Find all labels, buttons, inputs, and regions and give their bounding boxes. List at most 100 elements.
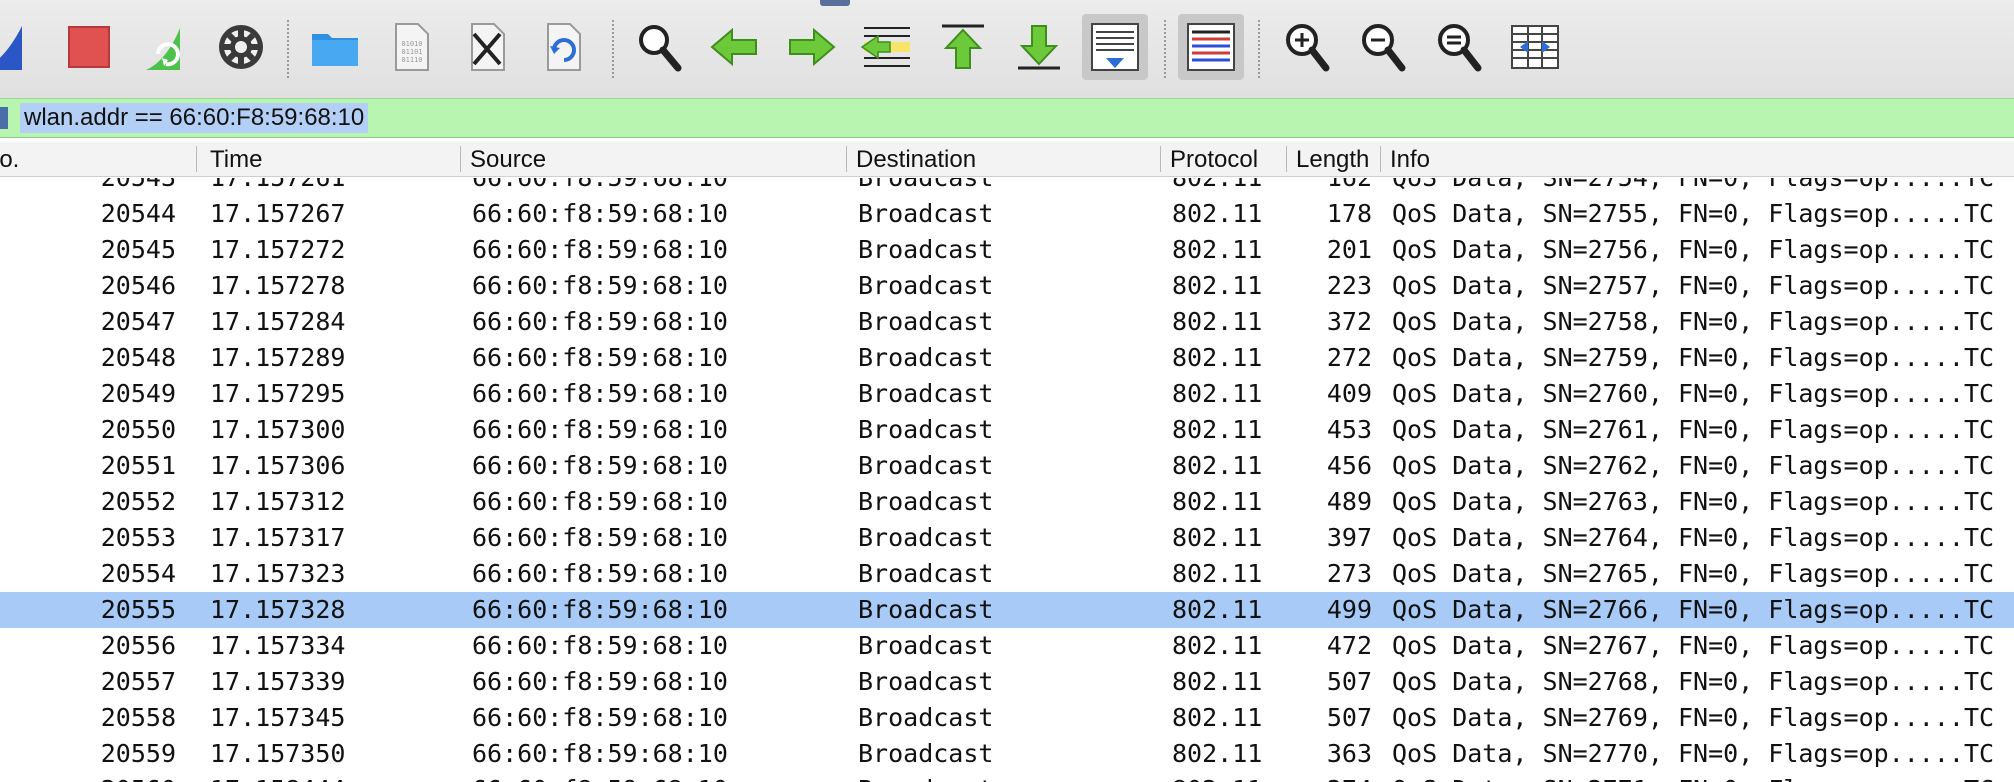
packet-destination: Broadcast xyxy=(858,667,994,696)
open-file-button[interactable] xyxy=(302,14,368,80)
packet-info: QoS Data, SN=2759, FN=0, Flags=op.....TC xyxy=(1392,343,1995,372)
packet-destination: Broadcast xyxy=(858,523,994,552)
filter-bookmark-button[interactable] xyxy=(0,107,8,129)
packet-destination: Broadcast xyxy=(858,271,994,300)
packet-no: 20548 xyxy=(100,343,176,372)
packet-destination: Broadcast xyxy=(858,772,1158,782)
packet-info: QoS Data, SN=2762, FN=0, Flags=op.....TC xyxy=(1392,451,1995,480)
table-row[interactable]: 20557 17.157339 66:60:f8:59:68:10 Broadcast… xyxy=(0,664,2014,700)
normal-size-button[interactable] xyxy=(1426,14,1492,80)
table-row[interactable]: 20550 17.157300 66:60:f8:59:68:10 Broadcast… xyxy=(0,412,2014,448)
svg-text:01101: 01101 xyxy=(401,48,422,56)
open-folder-icon xyxy=(312,34,358,66)
packet-destination: Broadcast xyxy=(858,178,1158,196)
go-last-packet-button[interactable] xyxy=(1006,14,1072,80)
column-divider[interactable] xyxy=(1380,146,1381,172)
stop-capture-button[interactable] xyxy=(56,14,122,80)
packet-info: QoS Data, SN=2764, FN=0, Flags=op.....TC xyxy=(1392,523,1995,552)
close-file-button[interactable] xyxy=(454,14,520,80)
column-divider[interactable] xyxy=(196,146,197,172)
packet-time: 17.157317 xyxy=(210,523,346,552)
packet-destination: Broadcast xyxy=(858,343,994,372)
packet-info: QoS Data, SN=2770, FN=0, Flags=op.....TC xyxy=(1392,739,1995,768)
table-row[interactable]: 20548 17.157289 66:60:f8:59:68:10 Broadcast… xyxy=(0,340,2014,376)
table-row[interactable]: 20551 17.157306 66:60:f8:59:68:10 Broadcast… xyxy=(0,448,2014,484)
zoom-in-button[interactable] xyxy=(1274,14,1340,80)
go-forward-button[interactable] xyxy=(778,14,844,80)
table-row-selected[interactable]: 20555 17.157328 66:60:f8:59:68:10 Broadcast… xyxy=(0,592,2014,628)
packet-time: 17.157334 xyxy=(210,631,346,660)
packet-destination: Broadcast xyxy=(858,307,994,336)
packet-time: 17.158444 xyxy=(210,772,450,782)
find-packet-icon xyxy=(639,25,682,72)
restart-capture-button[interactable] xyxy=(132,14,198,80)
column-divider[interactable] xyxy=(846,146,847,172)
table-row[interactable]: 20546 17.157278 66:60:f8:59:68:10 Broadcast… xyxy=(0,268,2014,304)
save-file-button[interactable]: 01010 01101 01110 xyxy=(378,14,444,80)
start-capture-button[interactable] xyxy=(0,14,38,80)
packet-length: 372 xyxy=(1326,307,1372,336)
packet-no: 20543 xyxy=(0,178,176,196)
packet-info: QoS Data, SN=2767, FN=0, Flags=op.....TC xyxy=(1392,631,1995,660)
packet-no: 20544 xyxy=(100,199,176,228)
column-header-info[interactable]: Info xyxy=(1390,142,1990,176)
packet-info: QoS Data, SN=2766, FN=0, Flags=op.....TC xyxy=(1392,595,1995,624)
table-row[interactable]: 20549 17.157295 66:60:f8:59:68:10 Broadcast… xyxy=(0,376,2014,412)
packet-time: 17.157323 xyxy=(210,559,346,588)
packet-destination: Broadcast xyxy=(858,703,994,732)
packet-time: 17.157345 xyxy=(210,703,346,732)
table-row[interactable]: 20560 17.158444 66:60:f8:59:68:10 Broadcast… xyxy=(0,772,2014,782)
column-header-source[interactable]: Source xyxy=(470,142,840,176)
column-header-time[interactable]: Time xyxy=(210,142,450,176)
packet-source: 66:60:f8:59:68:10 xyxy=(472,415,728,444)
table-row[interactable]: 20552 17.157312 66:60:f8:59:68:10 Broadcast… xyxy=(0,484,2014,520)
stop-capture-icon xyxy=(68,26,110,68)
go-first-packet-button[interactable] xyxy=(930,14,996,80)
table-row[interactable]: 20559 17.157350 66:60:f8:59:68:10 Broadcast… xyxy=(0,736,2014,772)
packet-length: 273 xyxy=(1326,559,1372,588)
column-divider[interactable] xyxy=(1160,146,1161,172)
packet-length: 456 xyxy=(1326,451,1372,480)
zoom-out-button[interactable] xyxy=(1350,14,1416,80)
table-row[interactable]: 20545 17.157272 66:60:f8:59:68:10 Broadcast… xyxy=(0,232,2014,268)
auto-scroll-button[interactable] xyxy=(1082,14,1148,80)
column-divider[interactable] xyxy=(460,146,461,172)
display-filter-input[interactable]: wlan.addr == 66:60:F8:59:68:10 xyxy=(20,103,369,133)
capture-options-button[interactable] xyxy=(208,14,274,80)
table-row[interactable]: 20554 17.157323 66:60:f8:59:68:10 Broadcast… xyxy=(0,556,2014,592)
resize-columns-button[interactable] xyxy=(1502,14,1568,80)
packet-time: 17.157312 xyxy=(210,487,346,516)
packet-source: 66:60:f8:59:68:10 xyxy=(472,379,728,408)
column-header-no[interactable]: lo. xyxy=(0,142,184,176)
packet-length: 409 xyxy=(1326,379,1372,408)
table-row[interactable]: 20544 17.157267 66:60:f8:59:68:10 Broadcast… xyxy=(0,196,2014,232)
table-row[interactable]: 20547 17.157284 66:60:f8:59:68:10 Broadcast… xyxy=(0,304,2014,340)
table-row[interactable]: 20543 17.157261 66:60:f8:59:68:10 Broadcast… xyxy=(0,178,2014,196)
column-header-protocol[interactable]: Protocol xyxy=(1170,142,1276,176)
table-row[interactable]: 20553 17.157317 66:60:f8:59:68:10 Broadcast… xyxy=(0,520,2014,556)
packet-length: 499 xyxy=(1326,595,1372,624)
column-divider[interactable] xyxy=(1286,146,1287,172)
packet-source: 66:60:f8:59:68:10 xyxy=(472,343,728,372)
packet-time: 17.157300 xyxy=(210,415,346,444)
colorize-button[interactable] xyxy=(1178,14,1244,80)
column-header-destination[interactable]: Destination xyxy=(856,142,1156,176)
table-row[interactable]: 20558 17.157345 66:60:f8:59:68:10 Broadcast… xyxy=(0,700,2014,736)
find-packet-button[interactable] xyxy=(626,14,692,80)
packet-info: QoS Data, SN=2754, FN=0, Flags=op.....TC xyxy=(1392,178,2014,196)
packet-length: 472 xyxy=(1326,631,1372,660)
go-to-packet-button[interactable] xyxy=(854,14,920,80)
column-header-length[interactable]: Length xyxy=(1296,142,1378,176)
packet-source: 66:60:f8:59:68:10 xyxy=(472,451,728,480)
reload-file-button[interactable] xyxy=(530,14,596,80)
packet-source: 66:60:f8:59:68:10 xyxy=(472,739,728,768)
packet-destination: Broadcast xyxy=(858,415,994,444)
packet-list[interactable]: 20543 17.157261 66:60:f8:59:68:10 Broadcast… xyxy=(0,178,2014,782)
packet-length: 453 xyxy=(1326,415,1372,444)
go-first-packet-icon xyxy=(942,24,984,69)
go-back-button[interactable] xyxy=(702,14,768,80)
packet-no: 20554 xyxy=(100,559,176,588)
toolbar-separator xyxy=(287,20,289,78)
packet-time: 17.157350 xyxy=(210,739,346,768)
table-row[interactable]: 20556 17.157334 66:60:f8:59:68:10 Broadcast… xyxy=(0,628,2014,664)
